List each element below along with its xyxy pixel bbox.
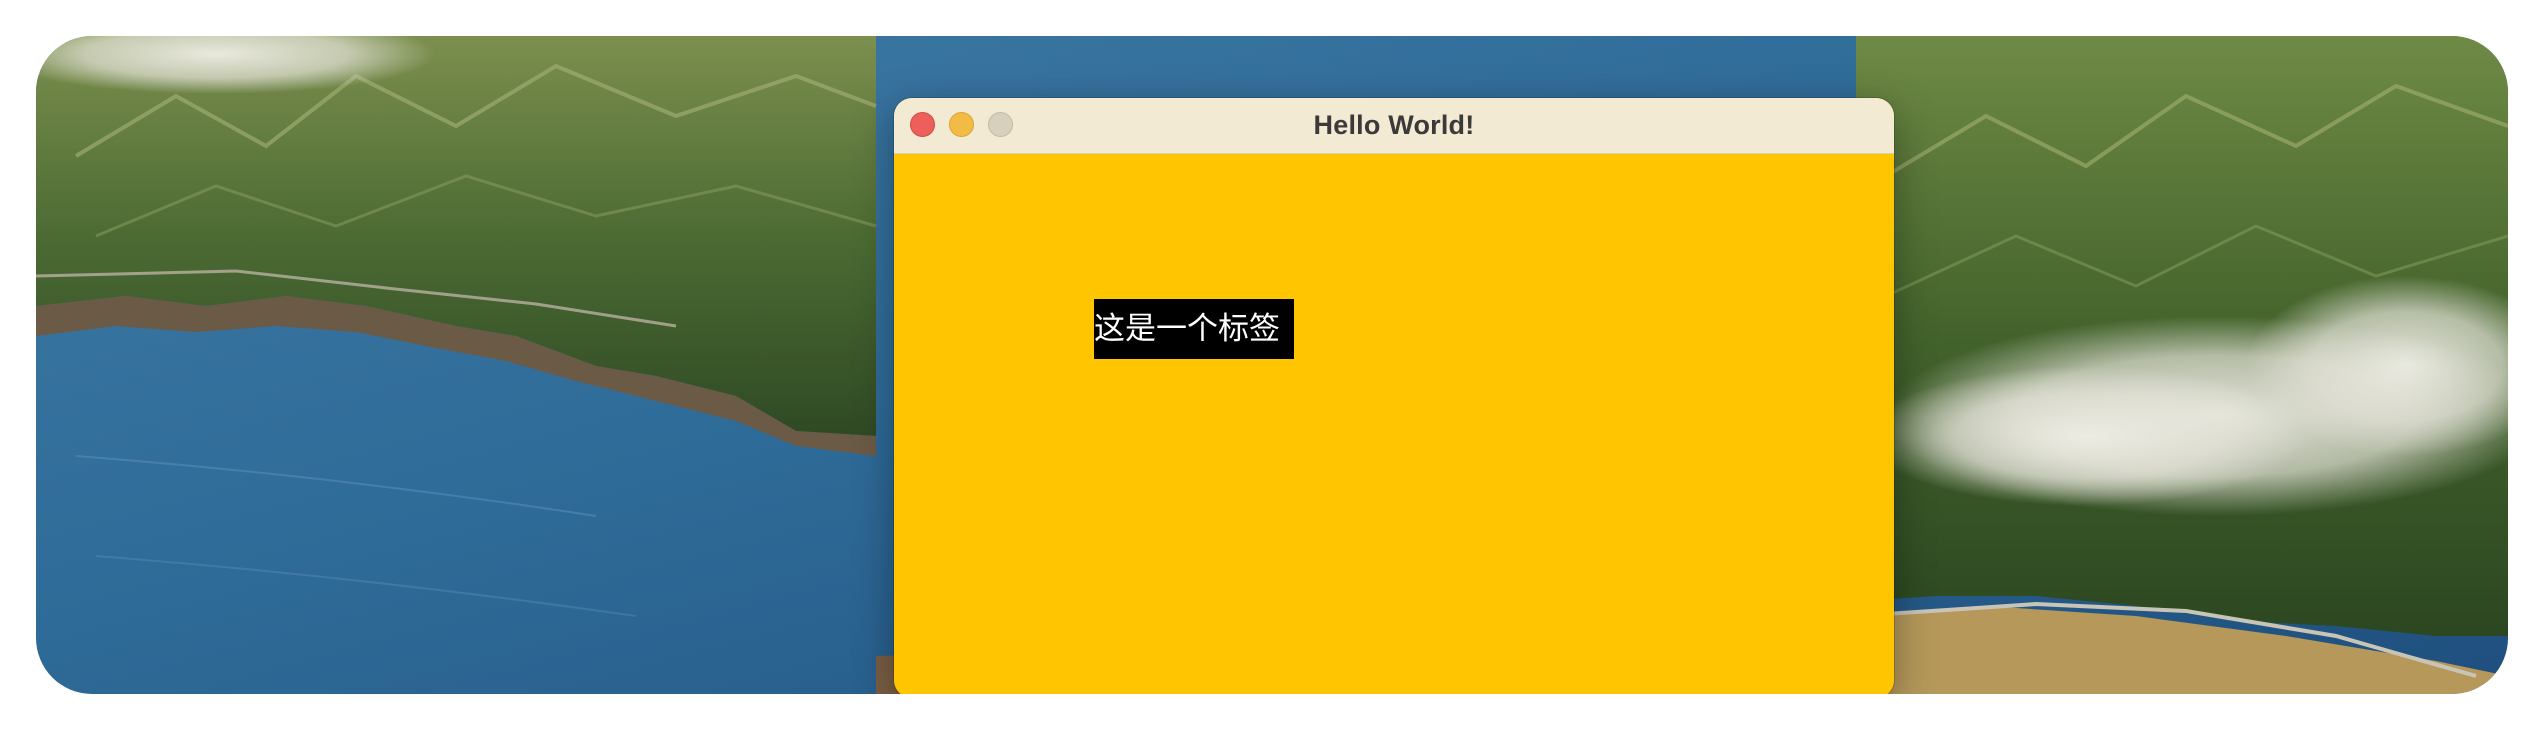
app-window: Hello World! 这是一个标签	[894, 98, 1894, 694]
minimize-button[interactable]	[949, 112, 974, 137]
window-controls	[910, 112, 1013, 137]
window-content: 这是一个标签	[894, 154, 1894, 694]
close-button[interactable]	[910, 112, 935, 137]
window-title: Hello World!	[1313, 110, 1475, 140]
maximize-button[interactable]	[988, 112, 1013, 137]
window-titlebar[interactable]: Hello World!	[894, 98, 1894, 154]
desktop-wallpaper: Hello World! 这是一个标签	[36, 36, 2508, 694]
text-label: 这是一个标签	[1094, 299, 1294, 359]
